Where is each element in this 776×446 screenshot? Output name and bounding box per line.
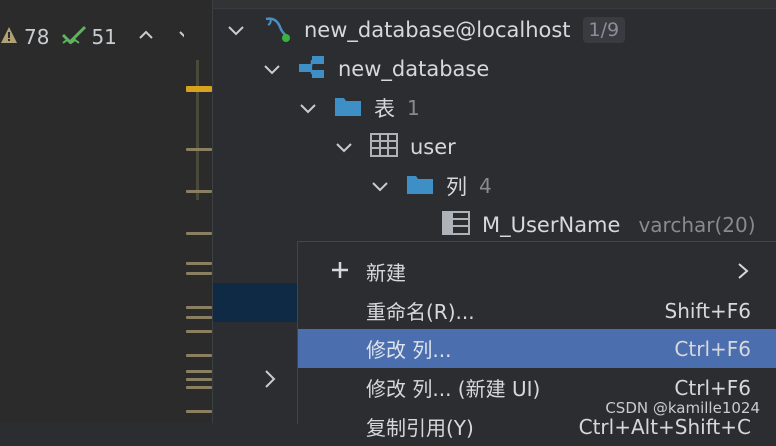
stripe-marker[interactable] bbox=[186, 148, 212, 151]
stripe-marker[interactable] bbox=[186, 190, 212, 193]
stripe-marker[interactable] bbox=[186, 330, 212, 333]
tree-item-tables-folder[interactable]: 表 1 bbox=[296, 90, 420, 126]
menu-item-label: 修改 列... bbox=[366, 338, 452, 362]
menu-item-shortcut: Ctrl+F6 bbox=[674, 336, 751, 361]
columns-folder-label: 列 bbox=[446, 175, 467, 199]
check-icon bbox=[61, 24, 87, 51]
menu-item-modify-column[interactable]: 修改 列... Ctrl+F6 bbox=[298, 329, 776, 368]
inspection-widget[interactable]: 78 51 bbox=[0, 22, 195, 52]
stripe-marker[interactable] bbox=[186, 262, 212, 265]
selected-row-highlight bbox=[213, 283, 298, 322]
stripe-marker[interactable] bbox=[186, 378, 212, 381]
menu-item-rename[interactable]: 重命名(R)... Shift+F6 bbox=[298, 291, 776, 330]
stripe-marker[interactable] bbox=[186, 386, 212, 389]
warning-marker[interactable] bbox=[186, 86, 212, 92]
warning-icon bbox=[0, 25, 20, 49]
tree-item-column[interactable]: M_UserName varchar(20) bbox=[442, 207, 756, 243]
folder-icon bbox=[406, 173, 434, 200]
table-label: user bbox=[410, 135, 456, 159]
tree-item-columns-folder[interactable]: 列 4 bbox=[368, 168, 492, 204]
tree-item-connection[interactable]: new_database@localhost 1/9 bbox=[224, 12, 626, 48]
context-menu: 新建 重命名(R)... Shift+F6 修改 列... Ctrl+F6 修改… bbox=[297, 241, 776, 440]
chevron-down-icon[interactable] bbox=[332, 135, 356, 159]
scroll-thumb[interactable] bbox=[196, 60, 199, 200]
columns-count: 4 bbox=[479, 174, 492, 198]
menu-item-label: 修改 列... (新建 UI) bbox=[366, 377, 541, 401]
menu-item-label: 重命名(R)... bbox=[366, 300, 475, 324]
stripe-marker[interactable] bbox=[186, 232, 212, 235]
tool-window-header bbox=[213, 0, 776, 9]
folder-icon bbox=[334, 95, 362, 122]
tables-folder-label: 表 bbox=[374, 97, 395, 121]
chevron-down-icon[interactable] bbox=[260, 57, 284, 81]
stripe-marker[interactable] bbox=[186, 316, 212, 319]
column-icon bbox=[442, 210, 470, 240]
menu-item-shortcut: Shift+F6 bbox=[664, 298, 751, 323]
tree-item-database[interactable]: new_database bbox=[260, 51, 489, 87]
stripe-marker[interactable] bbox=[186, 410, 212, 413]
chevron-down-icon[interactable] bbox=[368, 174, 392, 198]
tree-item-table[interactable]: user bbox=[332, 129, 456, 165]
schema-count-badge[interactable]: 1/9 bbox=[582, 17, 626, 43]
menu-item-new[interactable]: 新建 bbox=[298, 252, 776, 291]
stripe-marker[interactable] bbox=[186, 306, 212, 309]
menu-item-label: 复制引用(Y) bbox=[366, 416, 474, 440]
chevron-down-icon[interactable] bbox=[296, 96, 320, 120]
database-label: new_database bbox=[338, 57, 490, 81]
watermark: CSDN @kamille1024 bbox=[605, 399, 760, 417]
column-label: M_UserName bbox=[482, 213, 621, 237]
stripe-marker[interactable] bbox=[186, 354, 212, 357]
menu-item-shortcut: Ctrl+F6 bbox=[674, 375, 751, 400]
chevron-down-icon[interactable] bbox=[224, 18, 248, 42]
stripe-marker[interactable] bbox=[186, 370, 212, 373]
tables-count: 1 bbox=[407, 96, 420, 120]
menu-item-shortcut: Ctrl+Alt+Shift+C bbox=[578, 414, 751, 439]
schema-icon bbox=[298, 54, 326, 85]
table-icon bbox=[370, 132, 398, 162]
warnings-count: 78 bbox=[24, 25, 50, 49]
column-type: varchar(20) bbox=[638, 213, 756, 237]
chevron-up-icon[interactable] bbox=[137, 25, 155, 49]
connection-label: new_database@localhost bbox=[304, 18, 571, 42]
submenu-arrow-icon bbox=[737, 261, 749, 286]
menu-item-label: 新建 bbox=[366, 261, 406, 285]
checks-count: 51 bbox=[91, 25, 117, 49]
editor-pane: 78 51 bbox=[0, 0, 193, 423]
chevron-right-icon[interactable] bbox=[262, 368, 278, 394]
stripe-marker[interactable] bbox=[186, 272, 212, 275]
error-stripe[interactable] bbox=[184, 0, 212, 423]
plus-icon bbox=[330, 260, 350, 285]
mysql-icon bbox=[262, 13, 292, 48]
